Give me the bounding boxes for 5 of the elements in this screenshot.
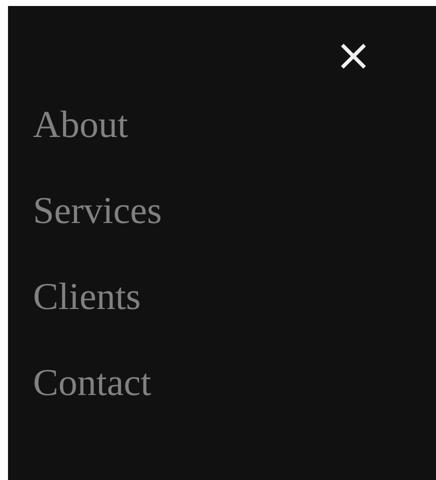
menu-link[interactable]: Clients	[33, 266, 141, 329]
menu-link[interactable]: Services	[33, 180, 162, 243]
close-button[interactable]: ×	[335, 30, 372, 82]
menu-link[interactable]: Contact	[33, 352, 152, 415]
menu-link[interactable]: About	[33, 94, 128, 157]
